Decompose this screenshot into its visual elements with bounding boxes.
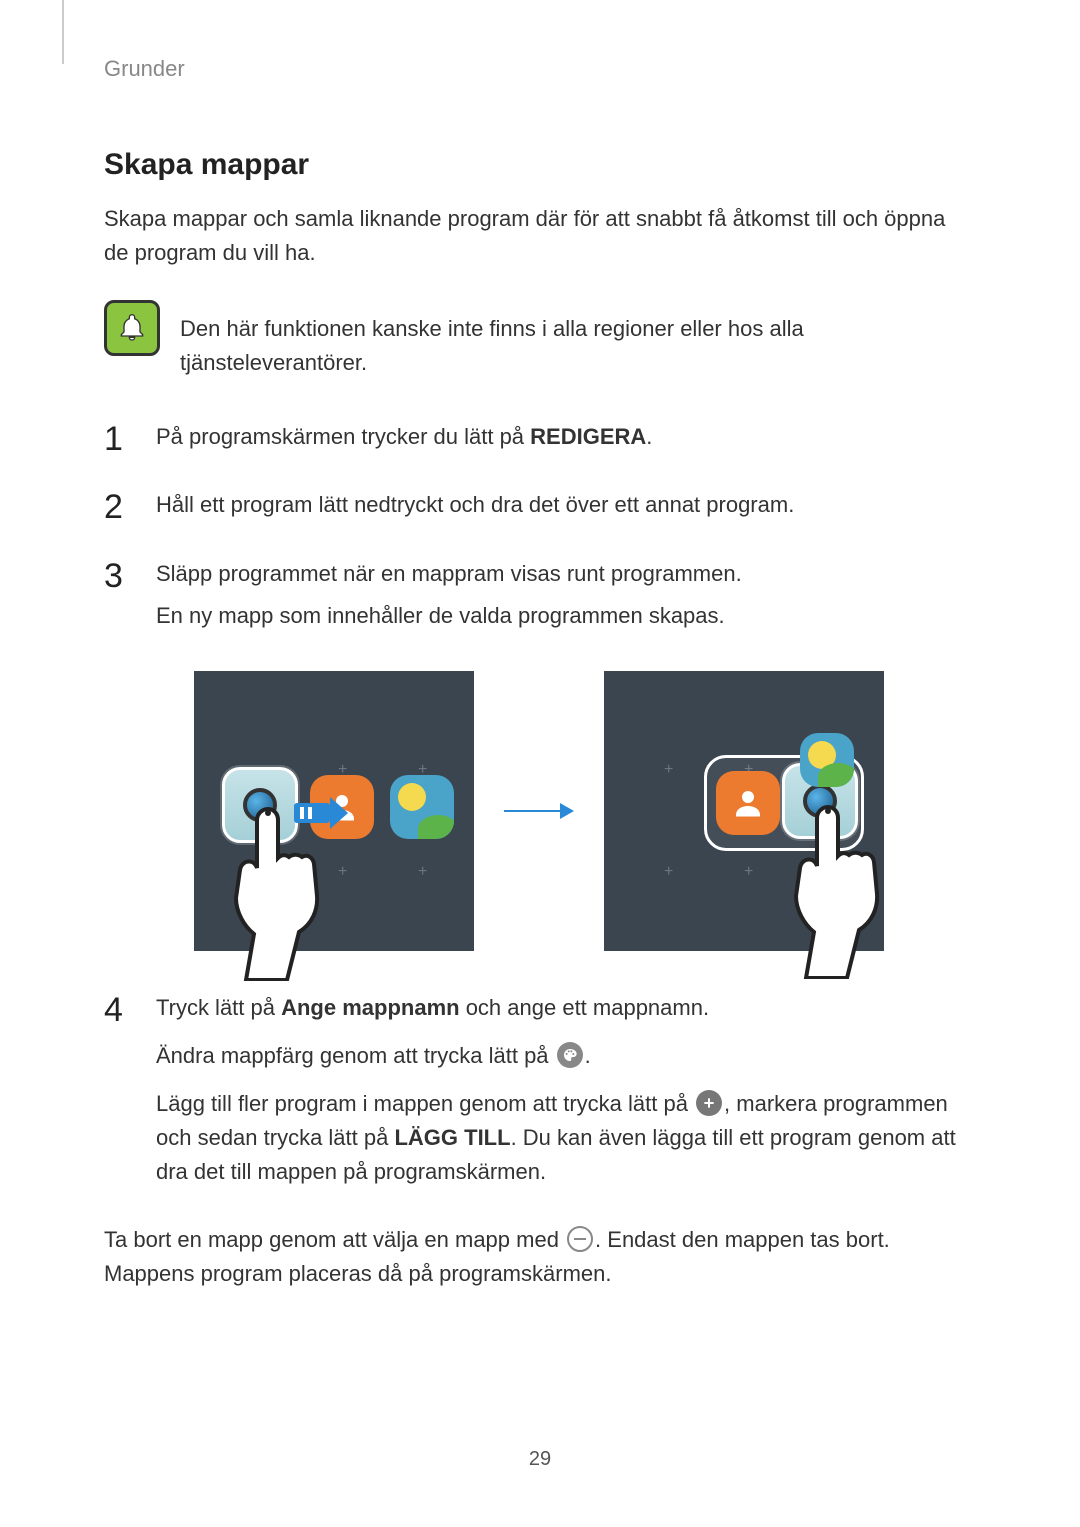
diagram-panel-after: + + + + + [604, 671, 884, 951]
note-box: Den här funktionen kanske inte finns i a… [104, 300, 974, 380]
step-3-number: 3 [104, 557, 134, 641]
app-contacts-icon [716, 771, 780, 835]
step-3-line1: Släpp programmet när en mappram visas ru… [156, 557, 974, 591]
main-content: Skapa mappar Skapa mappar och samla likn… [104, 148, 974, 1291]
intro-paragraph: Skapa mappar och samla liknande program … [104, 202, 974, 270]
section-title: Skapa mappar [104, 148, 974, 182]
trailing-paragraph: Ta bort en mapp genom att välja en mapp … [104, 1223, 974, 1291]
grid-marker: + [418, 863, 427, 881]
hand-pointer-icon [228, 801, 368, 981]
step-2: 2 Håll ett program lätt nedtryckt och dr… [104, 488, 974, 530]
plus-icon [696, 1090, 722, 1116]
step-4-number: 4 [104, 991, 134, 1197]
app-gallery-icon [390, 775, 454, 839]
grid-marker: + [744, 863, 753, 881]
palette-icon [557, 1042, 583, 1068]
step-1-bold: REDIGERA [530, 424, 646, 449]
step-3: 3 Släpp programmet när en mappram visas … [104, 557, 974, 641]
breadcrumb: Grunder [104, 56, 185, 82]
page-number: 29 [529, 1448, 551, 1471]
step-4-line1-pre: Tryck lätt på [156, 995, 281, 1020]
step-4-line3-bold: LÄGG TILL [394, 1125, 510, 1150]
minus-icon [567, 1226, 593, 1252]
grid-marker: + [664, 761, 673, 779]
flow-arrow-icon [504, 803, 574, 819]
step-1-post: . [646, 424, 652, 449]
trailing-pre: Ta bort en mapp genom att välja en mapp … [104, 1227, 565, 1252]
step-4-line1-post: och ange ett mappnamn. [460, 995, 710, 1020]
step-4-line2-pre: Ändra mappfärg genom att trycka lätt på [156, 1043, 555, 1068]
step-2-body: Håll ett program lätt nedtryckt och dra … [156, 488, 974, 530]
app-gallery-icon [800, 733, 854, 787]
step-3-line2: En ny mapp som innehåller de valda progr… [156, 599, 974, 633]
step-4-body: Tryck lätt på Ange mappnamn och ange ett… [156, 991, 974, 1197]
step-1: 1 På programskärmen trycker du lätt på R… [104, 420, 974, 462]
step-2-number: 2 [104, 488, 134, 530]
diagram-panel-before: + + + + [194, 671, 474, 951]
step-4-line3-pre: Lägg till fler program i mappen genom at… [156, 1091, 694, 1116]
step-1-body: På programskärmen trycker du lätt på RED… [156, 420, 974, 462]
step-3-body: Släpp programmet när en mappram visas ru… [156, 557, 974, 641]
step-4-line1-bold: Ange mappnamn [281, 995, 459, 1020]
step-4-line2-post: . [585, 1043, 591, 1068]
page-margin-line [62, 0, 64, 64]
grid-marker: + [664, 863, 673, 881]
step-1-number: 1 [104, 420, 134, 462]
diagram-row: + + + + + + [104, 671, 974, 951]
step-4: 4 Tryck lätt på Ange mappnamn och ange e… [104, 991, 974, 1197]
hand-pointer-icon [788, 799, 928, 979]
bell-icon [104, 300, 160, 356]
step-2-text: Håll ett program lätt nedtryckt och dra … [156, 488, 974, 522]
step-1-pre: På programskärmen trycker du lätt på [156, 424, 530, 449]
note-text: Den här funktionen kanske inte finns i a… [180, 300, 974, 380]
